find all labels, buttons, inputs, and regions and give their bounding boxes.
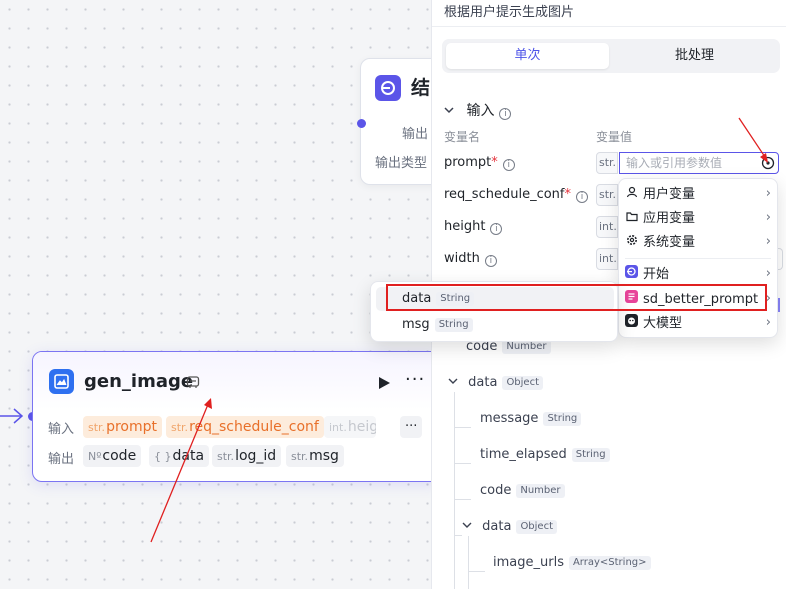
variable-row-height: height i [444,219,503,235]
type-badge-height: int. [596,216,618,238]
end-node-input-port[interactable] [357,119,366,128]
type-badge-prompt: str. [596,152,618,174]
tree-item-data[interactable]: data Object [448,375,544,390]
panel-edge-link [776,298,782,317]
gen-node-output-label: 输出 [48,452,75,467]
info-icon: i [490,223,503,235]
chevron-right-icon: › [765,234,771,249]
llm-node-icon [625,312,638,334]
tree-item-message: message String [480,411,582,426]
chevron-right-icon: › [765,266,771,281]
user-icon [625,183,638,205]
menu-divider [625,258,771,259]
run-icon[interactable] [377,376,391,390]
prompt-value-input[interactable]: 输入或引用参数值 [619,152,779,174]
input-section-title: 输入 [466,103,495,119]
variable-reference-menu: 用户变量 › 应用变量 › 系统变量 › 开始 › sd_better_prompt › … [618,178,778,338]
variable-row-req-schedule-conf: req_schedule_conf* i [444,187,588,203]
gen-image-node[interactable]: gen_image ··· 输入 str.prompt str.req_sche… [32,351,442,482]
chevron-right-icon: › [765,210,771,225]
input-chip-req-schedule-conf: str.req_schedule_conf [166,416,324,438]
run-mode-tabs: 单次 批处理 [442,39,780,73]
variable-row-prompt: prompt* i [444,155,515,171]
column-variable-value: 变量值 [596,130,633,144]
input-chip-height: int.heig [324,416,376,438]
tree-item-time-elapsed: time_elapsed String [480,447,610,462]
plugin-icon [186,376,200,388]
image-icon [49,369,74,394]
input-section-header[interactable]: 输入 i [444,100,512,120]
chevron-right-icon: › [765,186,771,201]
annotation-highlight-box [386,284,767,311]
end-node-output-type-label: 输出类型 [375,156,428,171]
end-node-title: 结 [411,77,431,99]
tree-item-data-nested[interactable]: data Object [462,519,558,534]
chevron-right-icon: › [765,315,771,330]
gen-node-title: gen_image [84,371,194,392]
expand-chevron-icon[interactable] [448,376,458,386]
info-icon: i [576,191,588,203]
output-chip-data: { }data [149,445,210,467]
tree-item-code-nested: code Number [480,483,565,498]
folder-icon [625,207,638,229]
tree-item-image-urls: image_urls Array<String> [493,555,651,570]
output-chip-code: Nºcode [83,445,142,467]
input-chip-prompt: str.prompt [83,416,162,438]
info-icon: i [502,159,515,171]
node-description: 根据用户提示生成图片 [444,5,575,20]
end-node-output-label: 输出 [402,127,429,142]
submenu-item-msg[interactable]: msg String [402,314,473,336]
gear-icon [625,231,638,253]
tab-batch[interactable]: 批处理 [613,43,776,69]
tab-single[interactable]: 单次 [446,43,609,69]
gen-node-input-label: 输入 [48,422,75,437]
menu-item-app-variables[interactable]: 应用变量 › [625,207,771,229]
end-node-icon [375,75,401,101]
panel-divider [432,26,786,27]
collapse-chevron-icon[interactable] [444,103,458,119]
menu-item-user-variables[interactable]: 用户变量 › [625,183,771,205]
start-node-icon [625,263,638,285]
more-icon[interactable]: ··· [405,369,425,390]
info-icon: i [484,255,497,267]
output-chip-log-id: str.log_id [212,445,282,467]
info-icon: i [499,108,512,120]
type-badge-req-schedule-conf: str. [596,184,618,206]
variable-row-width: width i [444,251,497,267]
more-inputs-button[interactable]: ··· [400,416,423,438]
type-badge-width: int. [596,248,618,270]
reference-variable-icon[interactable] [761,156,775,170]
menu-item-system-variables[interactable]: 系统变量 › [625,231,771,253]
menu-item-start-node[interactable]: 开始 › [625,263,771,285]
output-chip-msg: str.msg [286,445,344,467]
menu-item-llm[interactable]: 大模型 › [625,312,771,334]
column-variable-name: 变量名 [444,130,481,144]
expand-chevron-icon[interactable] [462,520,472,530]
